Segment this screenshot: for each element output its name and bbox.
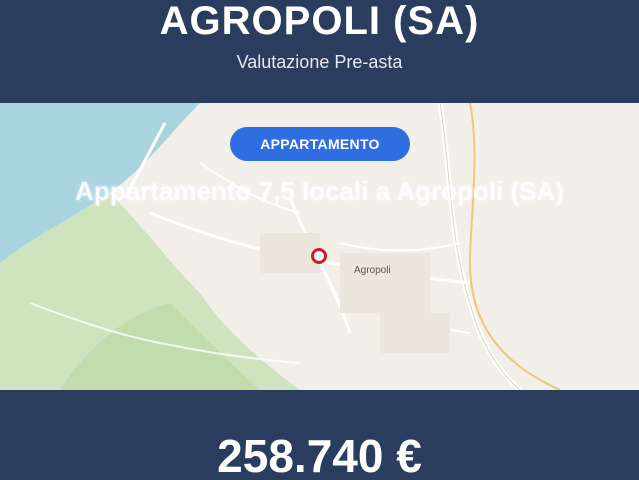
subtitle: Valutazione Pre-asta bbox=[236, 52, 403, 72]
location-map[interactable]: APPARTAMENTO Appartamento 7,5 locali a A… bbox=[0, 103, 639, 390]
city-title: AGROPOLI (SA) bbox=[159, 0, 480, 43]
property-title: Appartamento 7,5 locali a Agropoli (SA) bbox=[75, 176, 564, 206]
location-pin-icon[interactable] bbox=[311, 248, 327, 264]
property-type-badge[interactable]: APPARTAMENTO bbox=[230, 127, 410, 161]
header-panel: AGROPOLI (SA) Valutazione Pre-asta bbox=[0, 0, 639, 103]
price-panel: 258.740 € bbox=[0, 390, 639, 480]
price-value: 258.740 € bbox=[217, 430, 422, 480]
town-label: Agropoli bbox=[354, 265, 391, 276]
